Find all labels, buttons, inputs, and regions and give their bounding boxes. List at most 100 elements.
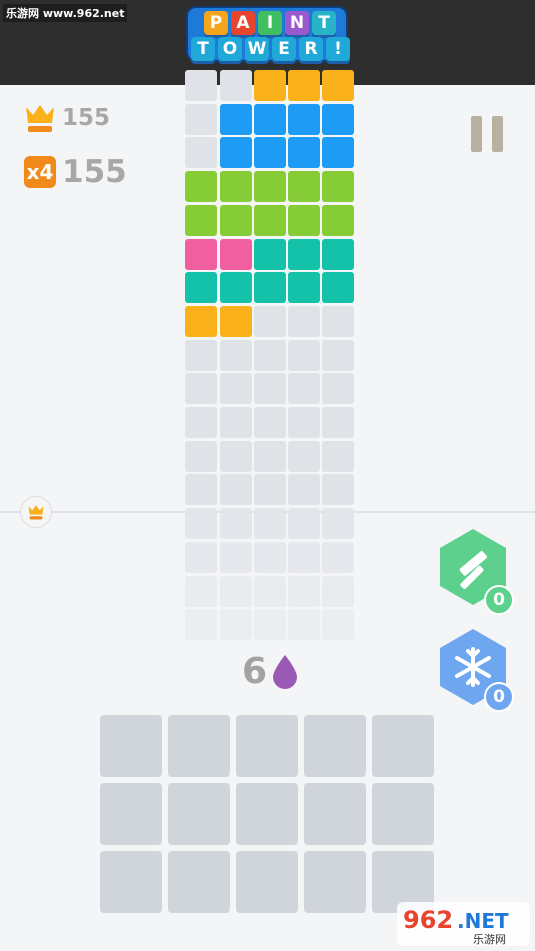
empty-block xyxy=(254,407,286,438)
painted-block xyxy=(288,70,320,101)
grid-slot[interactable] xyxy=(236,715,298,777)
empty-block xyxy=(185,609,217,641)
painted-block xyxy=(220,305,252,337)
painted-block xyxy=(254,238,286,270)
empty-block xyxy=(185,440,217,472)
paint-drops-counter: 6 xyxy=(242,651,299,692)
empty-block xyxy=(254,339,286,371)
grid-slot[interactable] xyxy=(372,715,434,777)
painted-block xyxy=(254,70,286,101)
painted-block xyxy=(254,137,286,169)
empty-block xyxy=(185,103,217,135)
empty-block xyxy=(254,440,286,472)
empty-block xyxy=(220,339,252,371)
grid-slot[interactable] xyxy=(168,715,230,777)
freeze-powerup[interactable]: 0 xyxy=(438,627,514,712)
grid-slot[interactable] xyxy=(168,783,230,845)
paint-drops-value: 6 xyxy=(242,651,268,692)
painted-block xyxy=(288,204,320,236)
painted-block xyxy=(185,204,217,236)
empty-block xyxy=(288,373,320,405)
grid-slot[interactable] xyxy=(372,783,434,845)
empty-block xyxy=(322,373,354,405)
painted-block xyxy=(220,204,252,236)
empty-block xyxy=(220,407,252,438)
watermark-bottom-logo: 962 .NET 乐游网 xyxy=(397,902,530,946)
painted-block xyxy=(185,171,217,203)
painted-block xyxy=(322,70,354,101)
grid-slot[interactable] xyxy=(100,851,162,913)
svg-text:962: 962 xyxy=(403,906,453,934)
empty-block xyxy=(220,575,252,607)
painted-block xyxy=(185,272,217,304)
empty-block xyxy=(322,407,354,438)
painted-block xyxy=(220,238,252,270)
freeze-count: 0 xyxy=(484,682,514,712)
empty-block xyxy=(185,407,217,438)
empty-block xyxy=(288,305,320,337)
empty-block xyxy=(220,474,252,506)
empty-block xyxy=(220,70,252,101)
empty-block xyxy=(322,541,354,573)
painted-block xyxy=(220,103,252,135)
empty-block xyxy=(185,474,217,506)
empty-block xyxy=(185,575,217,607)
empty-block xyxy=(254,305,286,337)
grid-slot[interactable] xyxy=(236,851,298,913)
painted-block xyxy=(322,171,354,203)
placement-grid xyxy=(100,715,436,915)
painted-block xyxy=(288,137,320,169)
empty-block xyxy=(288,609,320,641)
painted-block xyxy=(254,272,286,304)
painted-block xyxy=(220,272,252,304)
empty-block xyxy=(288,575,320,607)
empty-block xyxy=(322,339,354,371)
empty-block xyxy=(288,440,320,472)
grid-slot[interactable] xyxy=(304,783,366,845)
hammer-count: 0 xyxy=(484,585,514,615)
empty-block xyxy=(322,575,354,607)
painted-block xyxy=(254,171,286,203)
grid-slot[interactable] xyxy=(304,715,366,777)
painted-block xyxy=(288,238,320,270)
hammer-powerup[interactable]: 0 xyxy=(438,527,514,615)
grid-slot[interactable] xyxy=(100,715,162,777)
crown-icon xyxy=(28,505,44,520)
painted-block xyxy=(322,238,354,270)
empty-block xyxy=(185,373,217,405)
high-score-marker xyxy=(20,496,52,528)
empty-block xyxy=(322,440,354,472)
svg-text:乐游网: 乐游网 xyxy=(473,933,506,946)
grid-slot[interactable] xyxy=(100,783,162,845)
painted-block xyxy=(254,204,286,236)
painted-block xyxy=(322,204,354,236)
empty-block xyxy=(288,474,320,506)
empty-block xyxy=(322,305,354,337)
paint-drop-icon xyxy=(273,654,298,689)
grid-slot[interactable] xyxy=(168,851,230,913)
empty-block xyxy=(220,440,252,472)
empty-block xyxy=(288,339,320,371)
empty-block xyxy=(322,609,354,641)
painted-block xyxy=(322,103,354,135)
painted-block xyxy=(288,171,320,203)
empty-block xyxy=(254,541,286,573)
painted-block xyxy=(322,272,354,304)
high-score-line xyxy=(0,511,535,513)
grid-slot[interactable] xyxy=(304,851,366,913)
empty-block xyxy=(185,339,217,371)
empty-block xyxy=(185,70,217,101)
empty-block xyxy=(220,541,252,573)
empty-block xyxy=(185,541,217,573)
empty-block xyxy=(254,474,286,506)
empty-block xyxy=(288,407,320,438)
grid-slot[interactable] xyxy=(236,783,298,845)
painted-block xyxy=(185,238,217,270)
empty-block xyxy=(254,373,286,405)
painted-block xyxy=(322,137,354,169)
empty-block xyxy=(185,137,217,169)
painted-block xyxy=(220,171,252,203)
svg-text:.NET: .NET xyxy=(457,909,509,933)
empty-block xyxy=(288,541,320,573)
empty-block xyxy=(220,373,252,405)
